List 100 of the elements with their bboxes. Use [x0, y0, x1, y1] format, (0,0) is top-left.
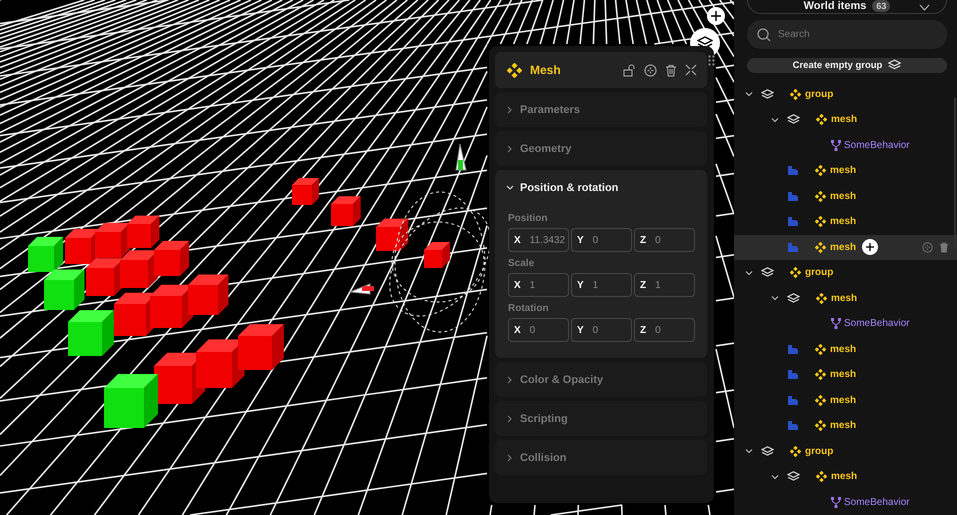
collapse-icon[interactable] [919, 4, 930, 12]
number-field[interactable]: Z 0 [634, 318, 695, 342]
create-group-button[interactable]: Create empty group [747, 58, 947, 72]
shape-icon [787, 242, 799, 252]
mesh-icon [815, 216, 826, 228]
tree-row[interactable]: SomeBehavior [734, 132, 957, 158]
mesh-icon [815, 242, 826, 253]
tree-row[interactable]: mesh [734, 413, 957, 438]
layers-icon [787, 114, 800, 126]
number-field[interactable]: X 1 [508, 273, 569, 297]
section-header[interactable]: Position & rotation [495, 170, 707, 205]
tree-row[interactable]: group [734, 82, 957, 107]
branch-icon [831, 496, 841, 508]
shape-icon [787, 192, 799, 201]
number-field[interactable]: Z 0 [634, 228, 695, 252]
tree-row[interactable]: mesh [734, 107, 957, 132]
mesh-icon [816, 292, 827, 304]
shape-icon [787, 344, 799, 354]
field-group-label: Position [508, 213, 548, 224]
tree-row[interactable]: mesh [734, 388, 957, 413]
mesh-icon [816, 114, 827, 126]
group-diamond-icon [790, 446, 801, 457]
count-badge: 63 [872, 0, 890, 12]
chevron-icon[interactable] [771, 116, 779, 123]
shape-icon [787, 217, 799, 226]
number-field[interactable]: Y 0 [571, 318, 632, 342]
mesh-icon [815, 394, 826, 406]
shape-icon [787, 421, 799, 430]
tree-row[interactable]: mesh [734, 184, 957, 209]
inspector-title: Mesh [530, 63, 561, 77]
section-header[interactable]: Scripting [495, 401, 707, 436]
behavior-label: SomeBehavior [844, 318, 910, 330]
unlock-icon[interactable] [623, 64, 636, 76]
cubes-drawing[interactable] [28, 178, 408, 428]
item-label: mesh [830, 394, 856, 406]
behavior-label: SomeBehavior [844, 496, 910, 508]
number-field[interactable]: X 11.3432 [508, 228, 569, 252]
tree-row[interactable]: mesh [734, 362, 957, 388]
plus-icon [866, 243, 874, 252]
item-label: mesh [831, 114, 858, 126]
layers-icon [787, 292, 800, 304]
tree-row[interactable]: mesh [734, 234, 957, 260]
tree-row[interactable]: SomeBehavior [734, 311, 957, 336]
item-label: mesh [830, 165, 856, 176]
number-field[interactable]: X 0 [508, 318, 569, 342]
item-label: mesh [830, 242, 856, 253]
chevron-icon[interactable] [771, 474, 779, 480]
tree-row[interactable]: mesh [734, 464, 957, 490]
tree-row[interactable]: mesh [734, 336, 957, 362]
mesh-icon [815, 369, 826, 380]
item-label: mesh [830, 216, 856, 228]
layers-icon [761, 446, 774, 457]
mesh-icon [816, 471, 827, 482]
field-group-label: Scale [508, 258, 536, 269]
trash-icon[interactable] [939, 242, 949, 253]
collapse-icon[interactable] [685, 64, 697, 76]
chevron-icon[interactable] [745, 270, 753, 276]
chevron-icon[interactable] [745, 448, 753, 454]
behavior-label: SomeBehavior [844, 140, 910, 151]
add-button[interactable] [707, 7, 725, 25]
drag-handle-icon[interactable] [708, 55, 715, 66]
item-label: group [805, 446, 834, 457]
branch-icon [831, 140, 841, 151]
layers-icon [787, 471, 800, 482]
section-header[interactable]: Geometry [495, 131, 707, 166]
shape-icon [787, 396, 799, 405]
tree-row[interactable]: mesh [734, 209, 957, 234]
sidebar-title: World items [804, 0, 866, 12]
tree-row[interactable]: group [734, 260, 957, 286]
tree-row[interactable]: group [734, 438, 957, 464]
section-header[interactable]: Parameters [495, 92, 707, 127]
item-label: group [805, 267, 834, 278]
number-field[interactable]: Y 0 [571, 228, 632, 252]
mesh-icon [815, 420, 826, 432]
mesh-icon [815, 165, 826, 176]
number-field[interactable]: Z 1 [634, 273, 695, 297]
add-child-button[interactable] [862, 239, 878, 256]
group-diamond-icon [790, 88, 801, 100]
layers-icon [888, 59, 902, 72]
tree-row[interactable]: mesh [734, 286, 957, 311]
target-icon[interactable] [922, 242, 933, 253]
tree-row[interactable]: SomeBehavior [734, 490, 957, 515]
number-field[interactable]: Y 1 [571, 273, 632, 297]
gizmo-drawing[interactable] [350, 144, 491, 332]
search-icon [757, 28, 771, 42]
target-icon[interactable] [644, 64, 657, 76]
tree-row[interactable]: mesh [734, 158, 957, 184]
trash-icon[interactable] [665, 64, 677, 76]
section-header[interactable]: Color & Opacity [495, 362, 707, 397]
item-label: mesh [830, 344, 856, 355]
section-header[interactable]: Collision [495, 440, 707, 475]
item-label: mesh [831, 471, 858, 482]
item-label: group [805, 88, 834, 100]
search-field[interactable]: Search [747, 20, 947, 49]
mesh-icon [507, 62, 522, 78]
branch-icon [831, 318, 841, 330]
chevron-icon[interactable] [771, 295, 779, 302]
group-diamond-icon [790, 267, 801, 278]
chevron-icon[interactable] [745, 91, 753, 98]
shape-icon [787, 166, 799, 176]
